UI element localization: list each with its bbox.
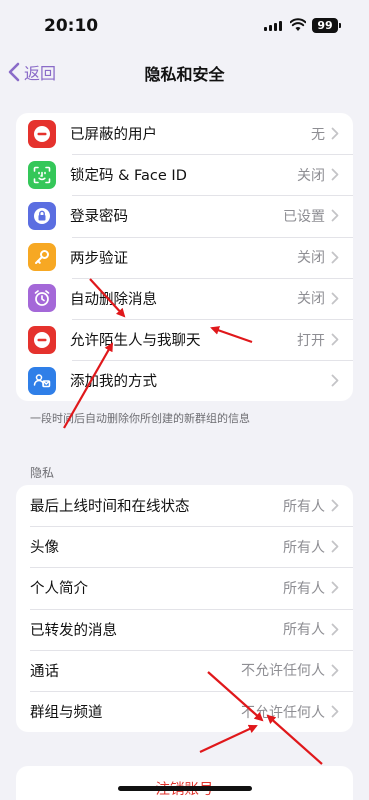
privacy-section-header: 隐私	[30, 466, 55, 480]
row-label: 个人简介	[30, 581, 88, 598]
chevron-right-icon	[331, 251, 339, 264]
row-groups-channels[interactable]: 群组与频道 不允许任何人	[16, 690, 353, 732]
row-value: 不允许任何人	[241, 704, 325, 721]
chevron-right-icon	[331, 333, 339, 346]
row-label: 已转发的消息	[30, 622, 117, 639]
row-value: 已设置	[283, 208, 325, 225]
row-forwarded-messages[interactable]: 已转发的消息 所有人	[16, 608, 353, 650]
battery-icon: 99	[312, 18, 341, 33]
row-calls[interactable]: 通话 不允许任何人	[16, 649, 353, 691]
chevron-right-icon	[331, 127, 339, 140]
row-value: 关闭	[297, 250, 325, 267]
row-label: 锁定码 & Face ID	[70, 168, 187, 185]
row-login-password[interactable]: 登录密码 已设置	[16, 195, 353, 236]
row-value: 所有人	[283, 580, 325, 597]
row-last-seen-online[interactable]: 最后上线时间和在线状态 所有人	[16, 485, 353, 526]
key-icon	[28, 243, 56, 272]
chevron-right-icon	[331, 499, 339, 512]
row-label: 群组与频道	[30, 705, 103, 722]
row-value: 所有人	[283, 622, 325, 639]
row-label: 允许陌生人与我聊天	[70, 333, 201, 350]
row-ways-to-add-me[interactable]: 添加我的方式	[16, 360, 353, 401]
privacy-settings-group: 最后上线时间和在线状态 所有人 头像 所有人 个人简介 所有人 已转发的消息 所…	[16, 485, 353, 733]
block-icon	[28, 119, 56, 148]
row-value: 关闭	[297, 291, 325, 308]
wifi-icon	[290, 18, 306, 31]
row-value: 无	[311, 126, 325, 143]
row-allow-strangers-chat[interactable]: 允许陌生人与我聊天 打开	[16, 318, 353, 360]
chevron-right-icon	[331, 168, 339, 181]
chevron-right-icon	[331, 292, 339, 305]
nav-bar: 返回 隐私和安全	[0, 52, 369, 92]
row-profile-photo[interactable]: 头像 所有人	[16, 526, 353, 567]
lock-icon	[28, 201, 56, 230]
row-value: 所有人	[283, 539, 325, 556]
row-label: 登录密码	[70, 209, 128, 226]
status-time: 20:10	[44, 16, 99, 36]
row-label: 已屏蔽的用户	[70, 127, 157, 144]
row-value: 不允许任何人	[241, 663, 325, 680]
status-bar: 20:10 99	[0, 0, 369, 52]
face-id-icon	[28, 160, 56, 189]
chevron-right-icon	[331, 705, 339, 718]
delete-account-group: 注销账号	[16, 766, 353, 800]
row-value: 打开	[297, 332, 325, 349]
page-title: 隐私和安全	[144, 65, 225, 84]
alarm-clock-icon	[28, 284, 56, 313]
row-blocked-users[interactable]: 已屏蔽的用户 无	[16, 113, 353, 154]
row-label: 最后上线时间和在线状态	[30, 499, 190, 516]
row-value: 关闭	[297, 167, 325, 184]
row-label: 自动删除消息	[70, 291, 157, 308]
row-label: 添加我的方式	[70, 374, 157, 391]
row-value: 所有人	[283, 498, 325, 515]
row-passcode-face-id[interactable]: 锁定码 & Face ID 关闭	[16, 154, 353, 195]
cellular-signal-icon	[264, 21, 282, 31]
chevron-right-icon	[331, 210, 339, 222]
chevron-right-icon	[331, 664, 339, 677]
row-bio[interactable]: 个人简介 所有人	[16, 567, 353, 608]
row-label: 两步验证	[70, 250, 128, 267]
add-contact-icon	[28, 366, 56, 395]
home-indicator	[118, 786, 252, 791]
row-label: 头像	[30, 540, 59, 557]
auto-delete-caption: 一段时间后自动删除你所创建的新群组的信息	[30, 412, 250, 425]
chevron-right-icon	[331, 540, 339, 553]
row-two-step-verification[interactable]: 两步验证 关闭	[16, 236, 353, 278]
chevron-right-icon	[331, 623, 339, 636]
security-settings-group: 已屏蔽的用户 无 锁定码 & Face ID 关闭 登录密码 已设置 两步验证	[16, 113, 353, 402]
block-icon	[28, 325, 56, 354]
row-label: 通话	[30, 663, 59, 680]
chevron-right-icon	[331, 582, 339, 594]
row-auto-delete-messages[interactable]: 自动删除消息 关闭	[16, 277, 353, 319]
chevron-right-icon	[331, 374, 339, 387]
